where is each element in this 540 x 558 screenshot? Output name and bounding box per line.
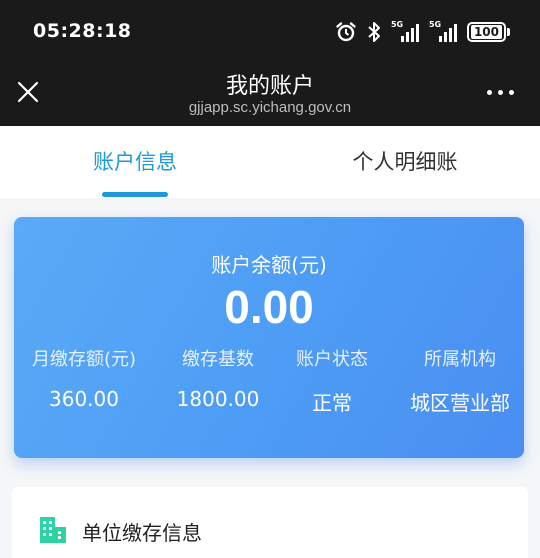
page-title: 我的账户 — [225, 74, 314, 99]
account-status-label: 账户状态 — [296, 349, 368, 370]
balance-card: 账户余额(元) 0.00 月缴存额(元) 缴存基数 账户状态 所属机构 360.… — [14, 217, 524, 458]
tab-personal-detail[interactable]: 个人明细账 — [338, 146, 472, 176]
tab-account-info[interactable]: 账户信息 — [68, 146, 202, 176]
battery-icon: 100 — [466, 22, 510, 42]
status-icons: 5G 5G 100 — [335, 20, 510, 44]
status-bar: 05:28:18 5G 5G 100 — [0, 0, 540, 62]
signal-sim1-icon: 5G — [391, 20, 419, 42]
balance-value: 0.00 — [224, 281, 314, 333]
tab-active-indicator — [102, 192, 168, 197]
institution-value: 城区营业部 — [410, 391, 510, 415]
nav-bar: 我的账户 gjjapp.sc.yichang.gov.cn — [0, 62, 540, 126]
more-icon[interactable] — [487, 90, 514, 95]
balance-label: 账户余额(元) — [211, 253, 327, 277]
alarm-icon — [336, 22, 356, 42]
battery-level: 100 — [470, 25, 502, 39]
status-time: 05:28:18 — [33, 20, 132, 42]
monthly-deposit-value: 360.00 — [49, 387, 119, 411]
unit-deposit-section[interactable]: 单位缴存信息 — [12, 487, 528, 558]
signal-sim2-icon: 5G — [429, 20, 457, 42]
page-url: gjjapp.sc.yichang.gov.cn — [188, 99, 352, 116]
unit-deposit-title: 单位缴存信息 — [82, 521, 202, 545]
account-status-value: 正常 — [312, 391, 352, 415]
monthly-deposit-label: 月缴存额(元) — [31, 349, 137, 370]
bluetooth-icon — [368, 22, 380, 42]
building-icon — [40, 517, 66, 543]
institution-label: 所属机构 — [424, 349, 496, 370]
tab-bar: 账户信息 个人明细账 — [0, 126, 540, 198]
